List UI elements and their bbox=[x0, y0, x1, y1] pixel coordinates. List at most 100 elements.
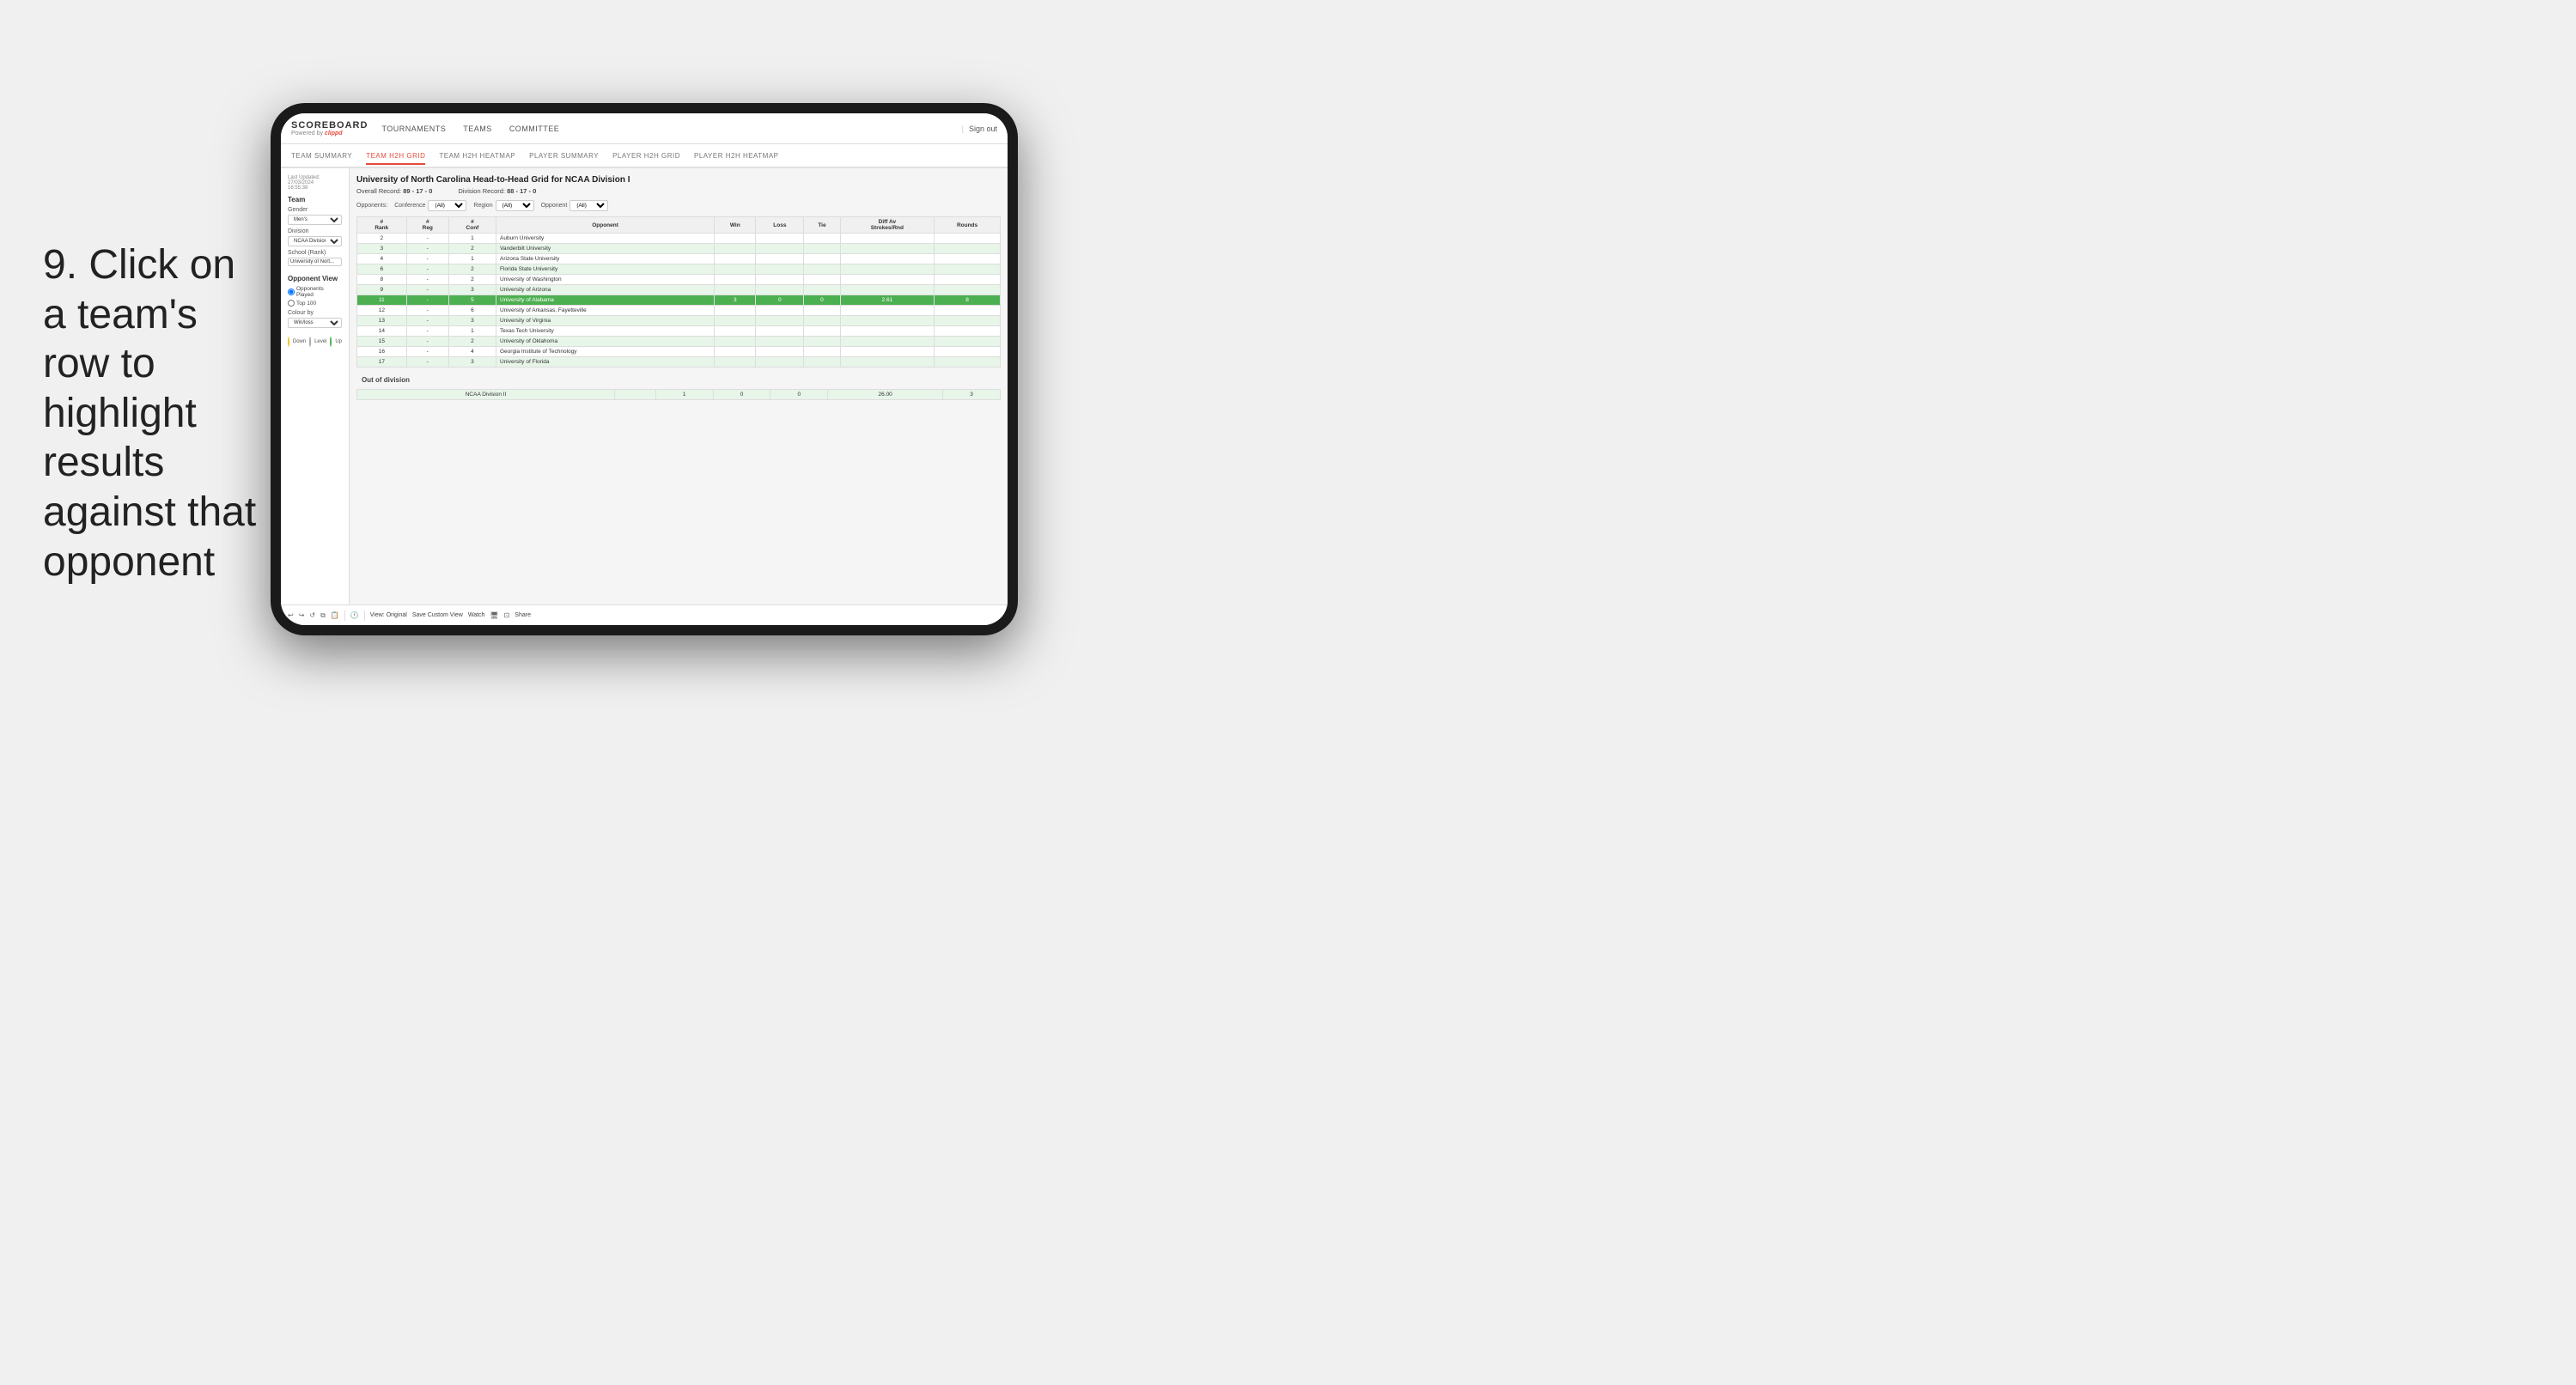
watch-button[interactable]: Watch bbox=[468, 612, 485, 618]
cell-diff bbox=[840, 306, 934, 316]
sub-nav-player-summary[interactable]: PLAYER SUMMARY bbox=[529, 149, 599, 165]
screen-icon[interactable]: 🖥 bbox=[490, 611, 498, 619]
table-row[interactable]: 12-6University of Arkansas, Fayetteville bbox=[357, 306, 1001, 316]
table-row[interactable]: 15-2University of Oklahoma bbox=[357, 337, 1001, 347]
division-select[interactable]: NCAA Division I bbox=[288, 236, 342, 246]
instruction-text: 9. Click on a team's row to highlight re… bbox=[43, 240, 266, 586]
cell-loss bbox=[756, 326, 804, 337]
cell-reg: - bbox=[406, 275, 448, 285]
legend-down-label: Down bbox=[293, 339, 306, 344]
table-row[interactable]: 8-2University of Washington bbox=[357, 275, 1001, 285]
legend-level-label: Level bbox=[314, 339, 326, 344]
region-label: Region bbox=[473, 203, 492, 209]
table-row[interactable]: 16-4Georgia Institute of Technology bbox=[357, 347, 1001, 357]
logo-powered: Powered by clippd bbox=[291, 131, 368, 137]
nav-committee[interactable]: COMMITTEE bbox=[509, 123, 560, 135]
cell-reg: - bbox=[406, 337, 448, 347]
cell-tie bbox=[804, 275, 840, 285]
nav-separator: | bbox=[962, 125, 964, 133]
cell-tie bbox=[804, 326, 840, 337]
conference-select[interactable]: (All) bbox=[428, 200, 466, 211]
toolbar-sep2 bbox=[364, 610, 365, 621]
cell-win bbox=[715, 234, 756, 244]
cell-loss bbox=[756, 244, 804, 254]
colour-by-select[interactable]: Win/loss bbox=[288, 318, 342, 328]
redo-icon[interactable]: ↪ bbox=[299, 611, 305, 619]
logo-area: SCOREBOARD Powered by clippd bbox=[291, 120, 368, 137]
table-row[interactable]: 2-1Auburn University bbox=[357, 234, 1001, 244]
opponent-select[interactable]: (All) bbox=[569, 200, 608, 211]
cell-loss bbox=[756, 275, 804, 285]
cell-loss bbox=[756, 285, 804, 295]
col-opponent: Opponent bbox=[496, 217, 715, 234]
sub-nav-team-h2h-grid[interactable]: TEAM H2H GRID bbox=[366, 149, 425, 165]
overall-record: Overall Record: 89 - 17 - 0 bbox=[356, 187, 432, 195]
cell-rounds bbox=[935, 357, 1001, 368]
sub-nav-player-h2h-heatmap[interactable]: PLAYER H2H HEATMAP bbox=[694, 149, 779, 165]
table-row[interactable]: 14-1Texas Tech University bbox=[357, 326, 1001, 337]
share-button[interactable]: Share bbox=[515, 612, 531, 618]
table-row[interactable]: 9-3University of Arizona bbox=[357, 285, 1001, 295]
cell-rounds bbox=[935, 275, 1001, 285]
sub-nav-team-h2h-heatmap[interactable]: TEAM H2H HEATMAP bbox=[439, 149, 515, 165]
region-select[interactable]: (All) bbox=[496, 200, 534, 211]
table-row[interactable]: 4-1Arizona State University bbox=[357, 254, 1001, 264]
cell-opponent: Arizona State University bbox=[496, 254, 715, 264]
clock-icon[interactable]: 🕐 bbox=[350, 611, 359, 619]
sub-nav-team-summary[interactable]: TEAM SUMMARY bbox=[291, 149, 352, 165]
save-custom-button[interactable]: Save Custom View bbox=[412, 612, 463, 618]
colour-by-label: Colour by bbox=[288, 310, 342, 316]
out-div-diff: 26.00 bbox=[828, 390, 943, 400]
cell-conf: 4 bbox=[448, 347, 496, 357]
cell-win bbox=[715, 357, 756, 368]
cell-diff bbox=[840, 234, 934, 244]
cell-conf: 2 bbox=[448, 264, 496, 275]
radio-opponents-played[interactable]: Opponents Played bbox=[288, 286, 342, 298]
share-icon-btn[interactable]: ⊡ bbox=[504, 611, 510, 619]
cell-opponent: Auburn University bbox=[496, 234, 715, 244]
cell-conf: 1 bbox=[448, 326, 496, 337]
col-tie: Tie bbox=[804, 217, 840, 234]
cell-reg: - bbox=[406, 254, 448, 264]
cell-tie bbox=[804, 306, 840, 316]
nav-tournaments[interactable]: TOURNAMENTS bbox=[381, 123, 446, 135]
table-row[interactable]: 6-2Florida State University bbox=[357, 264, 1001, 275]
cell-rounds bbox=[935, 347, 1001, 357]
table-row[interactable]: 17-3University of Florida bbox=[357, 357, 1001, 368]
view-original-button[interactable]: View: Original bbox=[370, 612, 407, 618]
sub-nav-player-h2h-grid[interactable]: PLAYER H2H GRID bbox=[612, 149, 680, 165]
sign-out-button[interactable]: Sign out bbox=[969, 125, 997, 133]
cell-opponent: University of Virginia bbox=[496, 316, 715, 326]
cell-conf: 3 bbox=[448, 357, 496, 368]
table-row[interactable]: 3-2Vanderbilt University bbox=[357, 244, 1001, 254]
school-input[interactable] bbox=[288, 258, 342, 266]
cell-loss bbox=[756, 306, 804, 316]
cell-opponent: University of Florida bbox=[496, 357, 715, 368]
paste-icon[interactable]: 📋 bbox=[331, 611, 339, 619]
logo-scoreboard: SCOREBOARD bbox=[291, 120, 368, 131]
cell-diff bbox=[840, 357, 934, 368]
division-label: Division bbox=[288, 228, 342, 234]
top-nav: SCOREBOARD Powered by clippd TOURNAMENTS… bbox=[281, 113, 1008, 144]
out-div-loss: 0 bbox=[713, 390, 770, 400]
radio-top100[interactable]: Top 100 bbox=[288, 300, 342, 307]
undo-alt-icon[interactable]: ↺ bbox=[309, 611, 315, 619]
cell-opponent: University of Alabama bbox=[496, 295, 715, 306]
table-row[interactable]: 13-3University of Virginia bbox=[357, 316, 1001, 326]
cell-rank: 8 bbox=[357, 275, 407, 285]
cell-reg: - bbox=[406, 234, 448, 244]
nav-teams[interactable]: TEAMS bbox=[463, 123, 492, 135]
copy-icon[interactable]: ⧉ bbox=[320, 611, 326, 620]
undo-icon[interactable]: ↩ bbox=[288, 611, 294, 619]
gender-select[interactable]: Men's bbox=[288, 215, 342, 225]
out-div-opponent bbox=[615, 390, 656, 400]
cell-conf: 1 bbox=[448, 234, 496, 244]
region-filter-group: Region (All) bbox=[473, 200, 533, 211]
out-div-row[interactable]: NCAA Division II 1 0 0 26.00 3 bbox=[357, 390, 1001, 400]
cell-loss bbox=[756, 316, 804, 326]
cell-rounds bbox=[935, 234, 1001, 244]
cell-diff bbox=[840, 244, 934, 254]
toolbar-sep1 bbox=[344, 610, 345, 621]
cell-rank: 16 bbox=[357, 347, 407, 357]
table-row[interactable]: 11-5University of Alabama3002.618 bbox=[357, 295, 1001, 306]
